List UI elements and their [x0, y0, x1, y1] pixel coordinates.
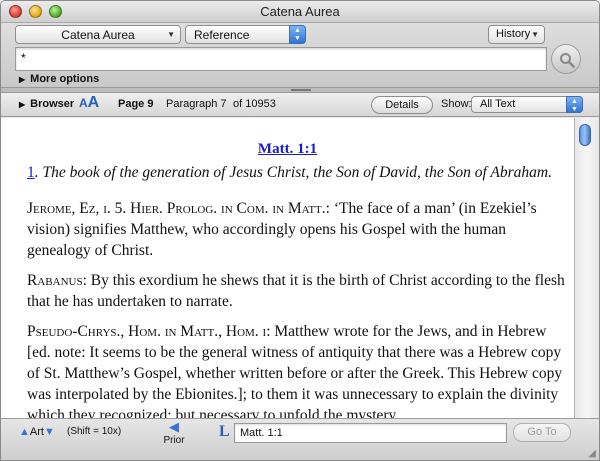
arrow-up-icon[interactable]: ▲	[19, 426, 30, 438]
more-options-label: More options	[30, 73, 100, 85]
paragraph-indicator: Paragraph 7	[166, 98, 227, 110]
book-popup[interactable]: Catena Aurea ▼	[15, 25, 181, 44]
show-label: Show:	[441, 98, 472, 110]
disclosure-triangle-icon: ▶	[19, 75, 26, 84]
arrow-left-icon: ◀	[169, 419, 179, 434]
chevron-down-icon: ▼	[531, 30, 539, 39]
art-stepper[interactable]: ▲Art▼	[19, 426, 55, 438]
lookup-icon: L	[219, 423, 230, 440]
more-options-toggle[interactable]: ▶ More options	[19, 73, 99, 85]
font-smaller-icon[interactable]: A	[79, 96, 88, 110]
stepper-arrows-icon: ▲ ▼	[566, 96, 583, 113]
search-button[interactable]	[551, 44, 581, 74]
paragraph-total: of 10953	[233, 98, 276, 110]
commentary-paragraph: Jerome, Ez, i. 5. Hier. Prolog. in Com. …	[27, 198, 567, 261]
search-input[interactable]: *	[15, 47, 547, 71]
book-popup-label: Catena Aurea	[61, 28, 135, 42]
commentary-text: : By this exordium he shews that it is t…	[27, 272, 565, 310]
reference-heading[interactable]: Matt. 1:1	[1, 141, 574, 158]
show-popup[interactable]: All Text ▲ ▼	[471, 96, 583, 113]
verse-number-link[interactable]: 1	[27, 164, 35, 181]
details-button[interactable]: Details	[371, 96, 433, 114]
stepper-arrows-icon: ▲ ▼	[289, 25, 306, 44]
commentary-source: Pseudo-Chrys., Hom. in Matt., Hom. i	[27, 323, 267, 340]
search-type-popup[interactable]: Reference ▲ ▼	[185, 25, 306, 44]
prior-label: Prior	[163, 435, 185, 446]
search-toolbar: Catena Aurea ▼ Reference ▲ ▼ History ▼ * …	[1, 23, 599, 87]
shift-hint: (Shift = 10x)	[67, 426, 122, 437]
arrow-down-icon[interactable]: ▼	[44, 426, 55, 438]
bottom-bar: ▲Art▼ (Shift = 10x) ◀ Prior L Matt. 1:1 …	[1, 418, 599, 460]
search-type-label: Reference	[194, 28, 250, 42]
art-label: Art	[29, 426, 44, 438]
commentary-source: Rabanus	[27, 272, 83, 289]
magnifier-icon	[560, 53, 575, 68]
browser-bar: ▶ Browser AA Page 9 Paragraph 7 of 10953 …	[1, 93, 599, 117]
browser-label: Browser	[30, 98, 75, 110]
disclosure-triangle-icon: ▶	[19, 100, 26, 109]
scroll-thumb[interactable]	[579, 124, 591, 146]
goto-button[interactable]: Go To	[513, 423, 571, 442]
resize-grip-icon[interactable]: ◢	[588, 448, 596, 459]
title-bar[interactable]: Catena Aurea	[1, 1, 599, 23]
commentary-source: Jerome, Ez, i. 5. Hier. Prolog. in Com. …	[27, 200, 326, 217]
font-larger-icon[interactable]: A	[88, 94, 100, 111]
commentary-paragraph: Rabanus: By this exordium he shews that …	[27, 270, 567, 312]
prior-button[interactable]: ◀ Prior	[161, 419, 187, 446]
page-indicator: Page 9	[118, 98, 154, 110]
font-size-control[interactable]: AA	[79, 94, 99, 112]
window-title: Catena Aurea	[260, 4, 340, 19]
text-view[interactable]: Matt. 1:1 1. The book of the generation …	[1, 118, 574, 418]
grip-icon	[291, 89, 311, 91]
chevron-down-icon: ▼	[167, 30, 175, 39]
commentary-paragraph: Pseudo-Chrys., Hom. in Matt., Hom. i: Ma…	[27, 321, 567, 418]
verse-text: . The book of the generation of Jesus Ch…	[34, 164, 552, 181]
goto-reference-input[interactable]: Matt. 1:1	[234, 423, 507, 443]
verse-paragraph: 1. The book of the generation of Jesus C…	[27, 162, 567, 183]
vertical-scrollbar[interactable]	[574, 118, 599, 418]
history-label: History	[496, 28, 531, 40]
app-window: Catena Aurea Catena Aurea ▼ Reference ▲ ▼…	[0, 0, 600, 461]
browser-toggle[interactable]: ▶ Browser	[19, 98, 74, 110]
history-button[interactable]: History ▼	[488, 25, 545, 44]
show-value: All Text	[480, 98, 516, 110]
